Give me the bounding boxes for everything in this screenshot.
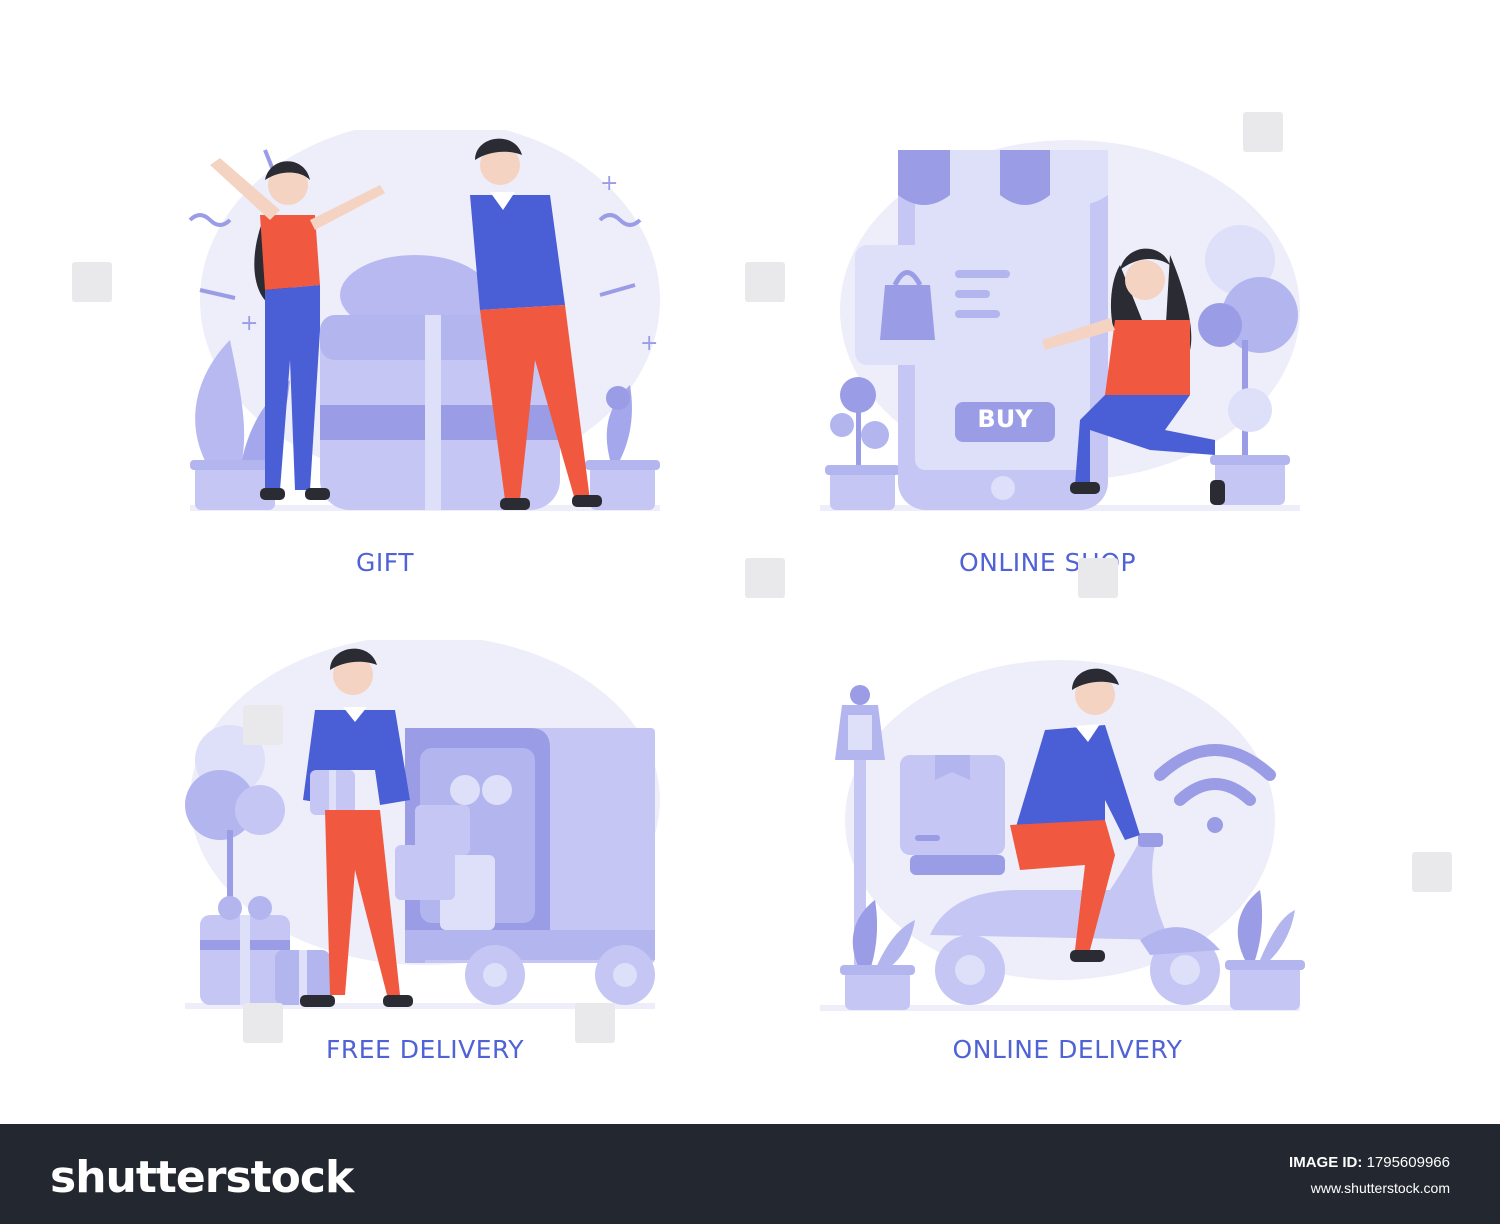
caption-online-delivery: ONLINE DELIVERY (952, 1035, 1183, 1064)
buy-button: BUY (977, 405, 1033, 433)
svg-text:+: + (640, 331, 658, 356)
shutterstock-logo: shutterstock (50, 1152, 354, 1203)
image-id-label: IMAGE ID: (1289, 1154, 1363, 1171)
stock-footer: shutterstock IMAGE ID: 1795609966 www.sh… (0, 1124, 1500, 1224)
gift-scene-icon: + + + (188, 130, 660, 511)
watermark-stamp-icon (72, 262, 112, 302)
watermark-stamp-icon (1243, 112, 1283, 152)
watermark-stamp-icon (1412, 852, 1452, 892)
watermark-stamp-icon (1078, 558, 1118, 598)
caption-gift: GIFT (356, 548, 414, 577)
watermark-stamp-icon (575, 1003, 615, 1043)
watermark-stamp-icon (243, 1003, 283, 1043)
caption-free-delivery: FREE DELIVERY (325, 1035, 525, 1064)
online-shop-illustration: BUY (820, 140, 1310, 520)
gift-illustration: + + + (170, 130, 670, 520)
online-shop-scene-icon (820, 140, 1300, 511)
online-delivery-scene-icon (820, 660, 1305, 1011)
watermark-stamp-icon (745, 558, 785, 598)
site-url: www.shutterstock.com (1310, 1180, 1450, 1196)
watermark-stamp-icon (243, 705, 283, 745)
free-delivery-illustration (175, 640, 665, 1020)
image-id-value: 1795609966 (1366, 1154, 1450, 1171)
free-delivery-scene-icon (185, 640, 660, 1009)
online-delivery-illustration (820, 650, 1310, 1020)
svg-text:+: + (600, 171, 618, 196)
caption-online-shop: ONLINE SHOP (958, 548, 1137, 577)
image-id-line: IMAGE ID: 1795609966 (1289, 1154, 1450, 1171)
svg-text:+: + (240, 311, 258, 336)
watermark-stamp-icon (745, 262, 785, 302)
